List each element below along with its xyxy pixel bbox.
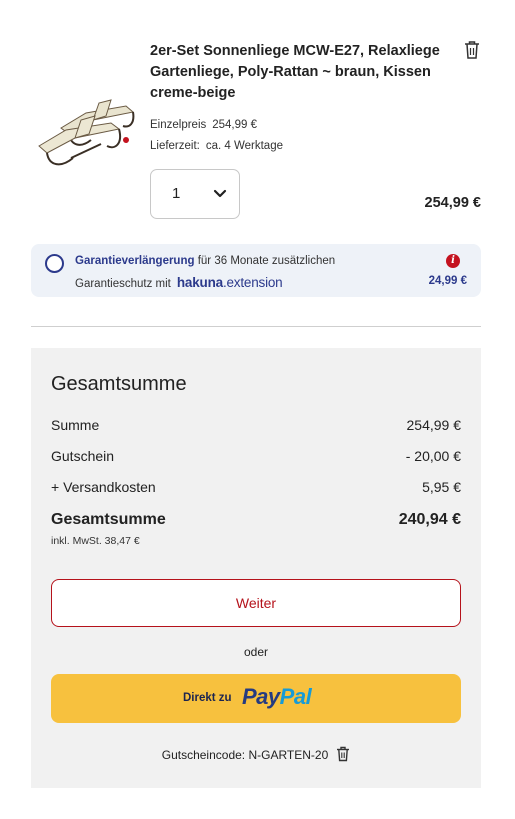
trash-icon[interactable] — [463, 40, 481, 60]
hakuna-logo: hakuna.extension — [177, 275, 283, 290]
tax-note: inkl. MwSt. 38,47 € — [51, 535, 140, 547]
summary-row-label: Summe — [51, 417, 100, 433]
paypal-logo-pal: Pal — [279, 684, 312, 709]
product-title[interactable]: 2er-Set Sonnenliege MCW-E27, Relaxliege … — [150, 41, 445, 104]
info-icon[interactable]: i — [446, 254, 460, 268]
chevron-down-icon — [213, 189, 227, 198]
paypal-button[interactable]: Direkt zu PayPal — [51, 674, 461, 723]
warranty-radio[interactable] — [45, 254, 64, 273]
order-summary: Gesamtsumme Summe 254,99 € Gutschein - 2… — [31, 348, 481, 788]
quantity-value: 1 — [172, 185, 181, 202]
warranty-text-line2: Garantieschutz mit hakuna.extension — [75, 275, 283, 290]
summary-title: Gesamtsumme — [51, 373, 187, 395]
line-total-price: 254,99 € — [424, 195, 481, 211]
delivery-label: Lieferzeit: — [150, 140, 200, 152]
warranty-text-rest: für 36 Monate zusätzlichen — [194, 255, 336, 267]
summary-row-label: + Versandkosten — [51, 479, 156, 495]
unit-price-value: 254,99 € — [212, 119, 258, 131]
delivery-time: Lieferzeit: ca. 4 Werktage — [150, 140, 283, 152]
continue-button[interactable]: Weiter — [51, 579, 461, 627]
warranty-line2: Garantieschutz mit — [75, 278, 171, 290]
trash-icon[interactable] — [336, 746, 350, 762]
delivery-value: ca. 4 Werktage — [205, 140, 283, 152]
coupon-code: Gutscheincode: N-GARTEN-20 — [31, 746, 481, 762]
paypal-logo-pay: Pay — [242, 684, 280, 709]
paypal-logo: PayPal — [242, 684, 312, 710]
hakuna-brand-rest: .extension — [222, 275, 283, 290]
summary-row-value: - 20,00 € — [405, 448, 461, 464]
divider — [31, 326, 481, 327]
total-label: Gesamtsumme — [51, 511, 166, 528]
hakuna-brand-bold: hakuna — [176, 275, 223, 290]
product-image[interactable] — [31, 68, 141, 178]
unit-price: Einzelpreis 254,99 € — [150, 119, 257, 131]
summary-row-value: 5,95 € — [422, 479, 461, 495]
summary-row-label: Gutschein — [51, 448, 115, 464]
cart-item: 2er-Set Sonnenliege MCW-E27, Relaxliege … — [31, 30, 481, 230]
total-value: 240,94 € — [398, 511, 461, 528]
quantity-select[interactable]: 1 — [150, 169, 240, 219]
warranty-text: Garantieverlängerung für 36 Monate zusät… — [75, 255, 335, 267]
warranty-price: 24,99 € — [428, 275, 467, 287]
warranty-name: Garantieverlängerung — [75, 255, 195, 267]
warranty-option[interactable]: Garantieverlängerung für 36 Monate zusät… — [31, 244, 481, 297]
summary-row-value: 254,99 € — [406, 417, 462, 433]
or-separator: oder — [243, 645, 269, 659]
coupon-text: Gutscheincode: N-GARTEN-20 — [161, 748, 329, 762]
paypal-prefix: Direkt zu — [183, 692, 232, 704]
unit-price-label: Einzelpreis — [150, 119, 207, 131]
